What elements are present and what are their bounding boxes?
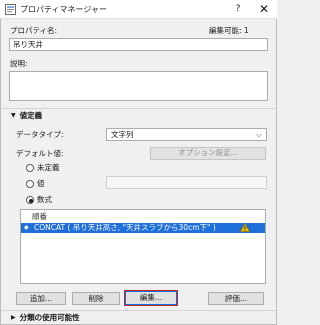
data-type-select[interactable]: 文字列 ⌵ (106, 128, 267, 141)
expand-arrow-icon: ▶ (11, 314, 16, 321)
divider (1, 108, 276, 109)
row-bullet-icon: ◆ (24, 224, 29, 231)
description-label: 説明: (10, 59, 28, 68)
evaluate-button[interactable]: 評価... (208, 292, 264, 305)
table-row-text: CONCAT ( 吊り天井高さ, "天井スラブから30cm下" ) (34, 223, 216, 232)
data-type-value: 文字列 (111, 130, 134, 139)
classification-header-label: 分類の使用可能性 (19, 313, 80, 322)
add-button[interactable]: 追加... (16, 292, 66, 305)
property-name-label: プロパティ名: (10, 26, 58, 35)
formula-table (20, 209, 266, 284)
window-title: プロパティマネージャー (20, 5, 107, 14)
radio-value[interactable] (26, 180, 34, 188)
table-row[interactable]: ◆ CONCAT ( 吊り天井高さ, "天井スラブから30cm下" ) (21, 223, 265, 233)
classification-section-header[interactable]: ▶ 分類の使用可能性 (11, 313, 80, 323)
value-input[interactable] (106, 176, 267, 189)
radio-formula[interactable] (26, 196, 34, 204)
delete-button[interactable]: 削除 (72, 292, 120, 305)
property-manager-icon (5, 4, 16, 15)
property-name-input[interactable]: 吊り天井 (9, 38, 268, 51)
option-settings-button[interactable]: オプション設定... (150, 147, 266, 160)
chevron-down-icon: ⌵ (255, 130, 262, 139)
radio-undefined-label: 未定義 (37, 163, 60, 172)
order-column-header: 順番 (32, 212, 47, 221)
radio-value-label: 値 (37, 179, 45, 188)
data-type-label: データタイプ: (16, 130, 64, 139)
definition-section-header[interactable]: ▼ 値定義 (11, 111, 42, 121)
edit-button[interactable]: 編集... (124, 290, 178, 306)
description-input[interactable] (9, 71, 268, 101)
default-value-label: デフォルト値: (16, 149, 64, 158)
edit-count-label: 編集可能: 1 (209, 26, 249, 35)
warning-icon (240, 223, 250, 232)
divider (1, 310, 276, 311)
help-button[interactable]: ? (232, 3, 244, 16)
radio-formula-label: 数式 (37, 195, 52, 204)
definition-header-label: 値定義 (19, 111, 43, 120)
radio-undefined[interactable] (26, 164, 34, 172)
collapse-arrow-icon: ▼ (11, 112, 16, 119)
close-button[interactable]: ✕ (257, 2, 271, 16)
